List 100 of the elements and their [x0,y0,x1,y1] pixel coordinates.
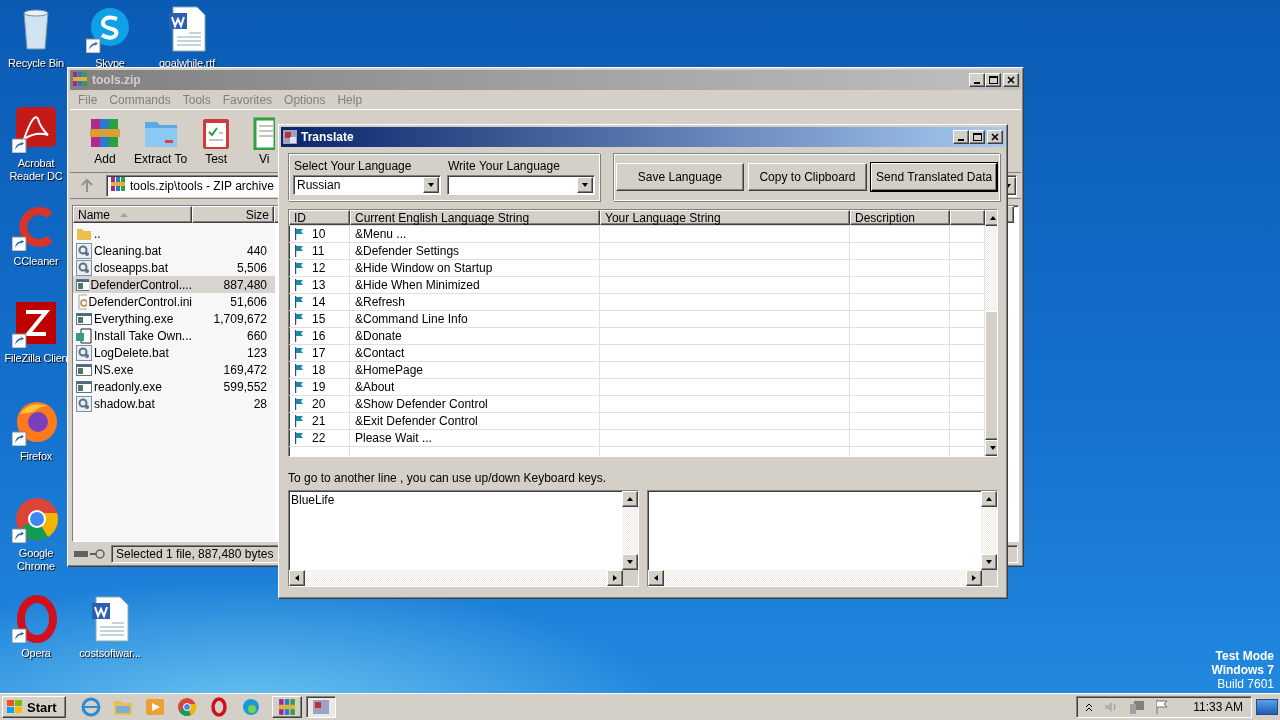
file-name: Cleaning.bat [94,243,162,258]
flag-icon [294,415,304,427]
table-cell: &Command Line Info [355,312,468,326]
file-size: 1,709,672 [212,311,267,326]
row-id: 22 [312,431,326,445]
scrollbar[interactable] [985,210,997,456]
scrollbar[interactable] [648,570,982,586]
chevron-up-icon[interactable] [1085,702,1094,712]
toolbar-button[interactable]: Extract To [130,114,192,168]
scrollbar[interactable] [622,491,638,570]
action-button[interactable]: Send Translated Data [871,163,997,191]
row-id: 14 [312,295,326,309]
toolbar-button[interactable]: Test [193,114,240,168]
hint-text: To go to another line , you can use up/down Keyboard keys. [288,471,608,485]
opera-icon[interactable] [12,595,60,643]
scroll-down-button[interactable] [622,554,638,570]
column-header[interactable]: Your Language String [600,210,850,225]
desktop-icon-label[interactable]: Recycle Bin [3,57,69,70]
document-icon [253,116,276,150]
translation-text-area[interactable] [647,490,998,587]
arrow-icon [652,574,660,582]
start-button[interactable]: Start [2,696,66,718]
archive-books-icon [88,116,122,150]
file-row[interactable]: NS.exe 169,472 [73,361,275,378]
scroll-up-button[interactable] [981,491,997,507]
language-select[interactable]: Russian [293,175,441,195]
desktop-icon-label[interactable]: FileZilla Clien [4,352,68,365]
file-row[interactable]: .. [73,225,275,242]
flag-icon [294,330,304,342]
file-size: 5,506 [235,260,267,275]
maximize-button[interactable] [969,130,985,144]
file-row[interactable]: LogDelete.bat 123 [73,344,275,361]
toolbar-button[interactable]: Add [82,114,128,168]
chrome-icon[interactable] [12,495,60,543]
toolbar-button[interactable]: Vi [241,114,288,168]
file-row[interactable]: shadow.bat 28 [73,395,275,412]
column-header[interactable] [950,210,985,225]
action-button[interactable]: Copy to Clipboard [747,163,868,191]
scroll-left-button[interactable] [289,570,305,586]
action-button[interactable]: Save Language [616,163,744,191]
up-arrow-icon [81,178,93,193]
file-name: NS.exe [94,362,134,377]
scroll-down-button[interactable] [981,554,997,570]
desktop-icon-label[interactable]: Google Chrome [3,547,69,573]
chrome-icon[interactable] [176,696,198,718]
desktop-icon-label[interactable]: Acrobat Reader DC [3,157,69,183]
column-header[interactable]: ID [289,210,350,225]
minimize-button[interactable] [953,130,969,144]
file-name: Everything.exe [94,311,174,326]
file-row[interactable]: Cleaning.bat 440 [73,242,275,259]
flag-icon [294,364,304,376]
scroll-right-button[interactable] [606,570,623,586]
clipboard-icon [201,116,232,150]
row-id: 15 [312,312,326,326]
column-header[interactable]: Current English Language String [350,210,600,225]
scroll-right-button[interactable] [965,570,982,586]
desktop-icon-label[interactable]: CCleaner [3,255,69,268]
close-button[interactable] [987,130,1003,144]
scroll-left-button[interactable] [648,570,664,586]
drive-icon [73,548,107,560]
column-header[interactable]: Name [73,206,192,223]
file-row[interactable]: Install Take Own... 660 [73,327,275,344]
maximize-button[interactable] [985,73,1001,87]
arrow-icon [427,181,435,189]
network-icon[interactable] [1129,699,1146,715]
table-cell: &About [355,380,395,394]
scrollbar[interactable] [981,491,997,570]
minimize-button[interactable] [969,73,985,87]
file-size: 440 [245,243,267,258]
row-id: 11 [312,244,325,258]
scrollbar[interactable] [289,570,623,586]
source-text-area[interactable]: BlueLife [288,490,639,587]
flag-icon[interactable] [1155,699,1170,715]
archive-icon [278,698,296,716]
row-id: 18 [312,363,326,377]
opera-icon[interactable] [208,696,230,718]
file-row[interactable]: readonly.exe 599,552 [73,378,275,395]
file-name: DefenderControl.ini [88,294,192,309]
file-name: .. [94,226,101,241]
file-row[interactable]: closeapps.bat 5,506 [73,259,275,276]
flag-icon [294,347,304,359]
file-row[interactable]: Everything.exe 1,709,672 [73,310,275,327]
show-desktop-button[interactable] [1256,699,1278,715]
column-header[interactable]: Size [192,206,274,223]
table-cell: Please Wait ... [355,431,432,445]
row-id: 19 [312,380,326,394]
windows-logo-icon [6,699,24,715]
scroll-up-button[interactable] [622,491,638,507]
arrow-icon [985,495,993,503]
scroll-down-button[interactable] [985,440,997,456]
language-select[interactable] [447,175,595,195]
desktop-icon-label[interactable]: Firefox [3,450,69,463]
file-size: 599,552 [222,379,267,394]
file-row[interactable]: DefenderControl.... 887,480 [73,276,275,293]
file-row[interactable]: DefenderControl.ini 51,606 [73,293,275,310]
column-header[interactable]: Description [850,210,950,225]
scroll-thumb[interactable] [985,310,997,440]
taskbar-button[interactable] [306,696,336,718]
close-button[interactable] [1003,73,1019,87]
scroll-up-button[interactable] [985,210,997,226]
